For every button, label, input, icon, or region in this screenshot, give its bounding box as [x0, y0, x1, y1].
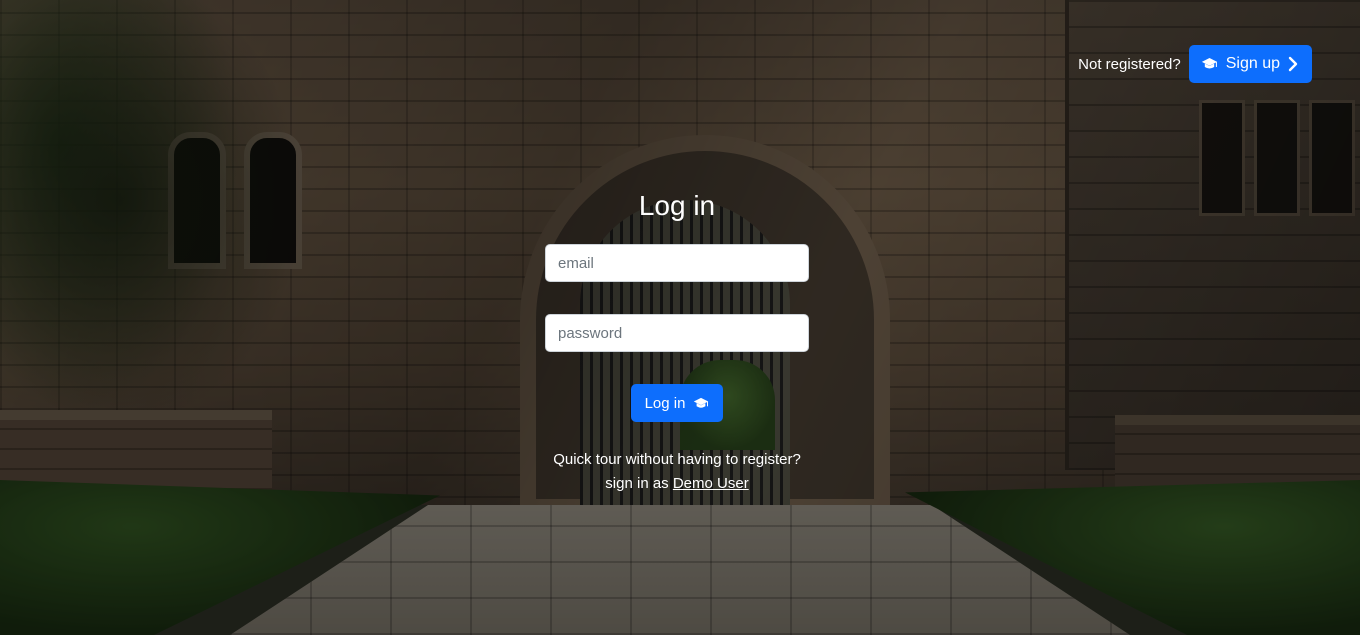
graduation-cap-icon — [1201, 57, 1218, 71]
demo-user-link[interactable]: Demo User — [673, 475, 749, 492]
demo-tour-prefix: sign in as — [605, 475, 669, 492]
login-button-label: Log in — [644, 394, 686, 412]
demo-tour-text: Quick tour without having to register? s… — [553, 448, 801, 496]
demo-tour-line1: Quick tour without having to register? — [553, 451, 801, 468]
chevron-right-icon — [1288, 56, 1298, 72]
not-registered-text: Not registered? — [1078, 55, 1181, 73]
page-title: Log in — [638, 190, 716, 221]
login-form: Log in Log in Quick tour without having … — [545, 186, 809, 496]
graduation-cap-icon — [693, 397, 709, 410]
demo-tour-line2: sign in as Demo User — [553, 472, 801, 496]
email-input[interactable] — [545, 244, 809, 282]
login-button[interactable]: Log in — [630, 384, 724, 422]
signup-button[interactable]: Sign up — [1188, 45, 1312, 83]
password-input[interactable] — [545, 314, 809, 352]
signup-area: Not registered? Sign up — [1078, 45, 1312, 83]
signup-button-label: Sign up — [1225, 55, 1280, 72]
login-page: Not registered? Sign up Log in Log in — [0, 0, 1360, 635]
